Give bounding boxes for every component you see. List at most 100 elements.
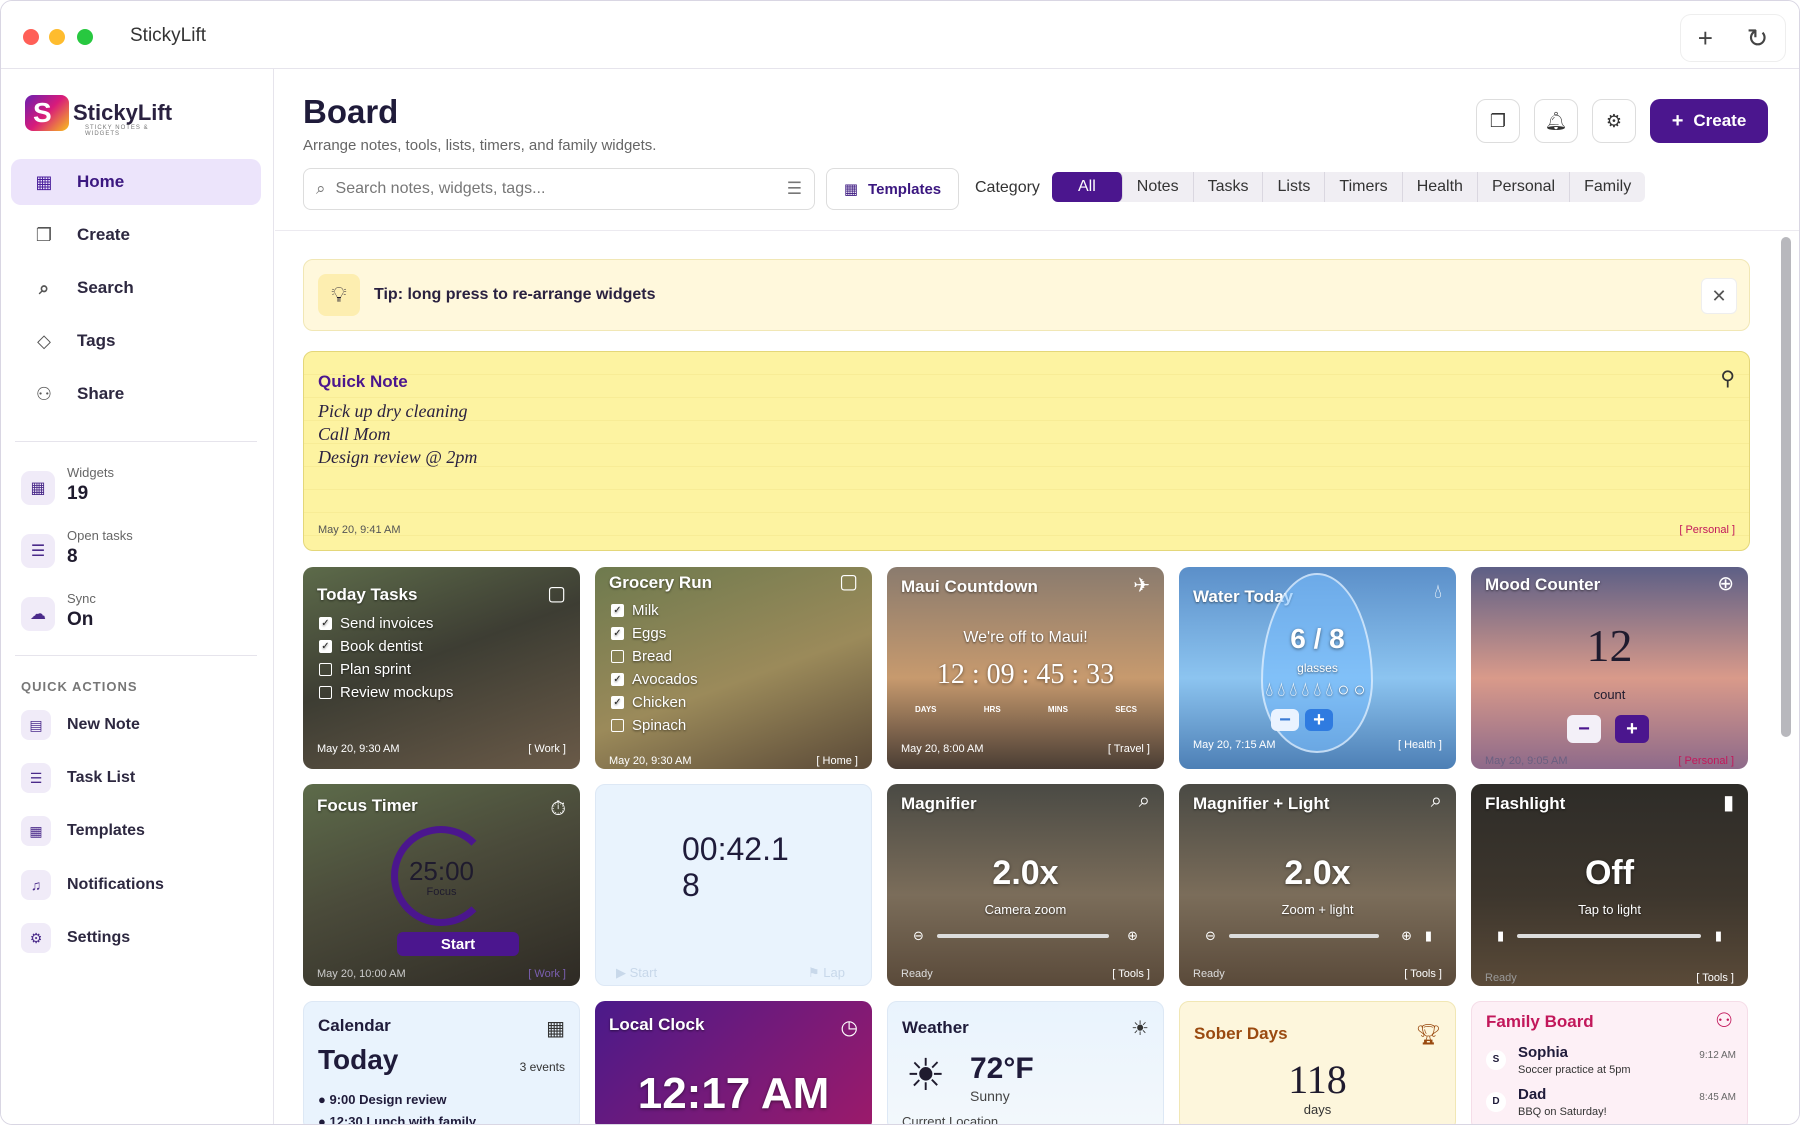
notifications-button[interactable]: 🔔︎ (1534, 99, 1578, 143)
widget-grocery-run[interactable]: Grocery Run ▢ ✓ Milk ✓ Eggs Bread ✓ Avocado… (595, 567, 872, 769)
widget-sober-days[interactable]: Sober Days 🏆︎ 118 days (1179, 1001, 1456, 1124)
family-post[interactable]: D Dad BBQ on Saturday! 8:45 AM (1486, 1086, 1736, 1124)
mood-decrement-button[interactable]: − (1567, 715, 1601, 743)
widget-family-board[interactable]: Family Board ⚇ S Sophia Soccer practice … (1471, 1001, 1748, 1124)
water-decrement-button[interactable]: − (1271, 709, 1299, 731)
family-post[interactable]: S Sophia Soccer practice at 5pm 9:12 AM (1486, 1042, 1736, 1082)
widget-magnifier[interactable]: Magnifier ⌕ 2.0x Camera zoom ⊖ ⊕ Ready [… (887, 784, 1164, 986)
search-input[interactable] (335, 180, 787, 198)
stopwatch-start-button[interactable]: ▶ Start (616, 965, 657, 981)
close-icon: ✕ (1711, 285, 1727, 306)
list-item[interactable]: Spinach (611, 717, 686, 734)
flashlight-high-icon[interactable]: ▮ (1715, 928, 1722, 944)
sidebar-item-share[interactable]: ⚇ Share (11, 371, 261, 417)
note-body[interactable]: Pick up dry cleaning Call Mom Design rev… (318, 400, 477, 469)
category-tab-family[interactable]: Family (1570, 172, 1645, 202)
category-tab-health[interactable]: Health (1403, 172, 1478, 202)
water-increment-button[interactable]: + (1305, 709, 1333, 731)
widget-weather[interactable]: Weather ☀ ☀ 72°F Sunny Current Location (887, 1001, 1164, 1124)
quick-action-task-list[interactable]: ☰ Task List (21, 758, 251, 798)
task-item[interactable]: Plan sprint (319, 661, 411, 678)
tip-banner: 💡︎ Tip: long press to re-arrange widgets… (303, 259, 1750, 331)
search-icon: ⌕ (38, 277, 50, 298)
widget-flashlight[interactable]: Flashlight ▮ Off Tap to light ▮ ▮ Ready … (1471, 784, 1748, 986)
zoom-in-icon[interactable]: ⊕ (1127, 928, 1138, 944)
stopwatch-time: 00:42.1 (682, 831, 789, 867)
titlebar-actions: + ↻ (1681, 15, 1785, 61)
settings-button[interactable]: ⚙ (1592, 99, 1636, 143)
refresh-icon[interactable]: ↻ (1746, 23, 1768, 54)
widget-magnifier-light[interactable]: Magnifier + Light ⌕ 2.0x Zoom + light ⊖ … (1179, 784, 1456, 986)
avatar: D (1486, 1092, 1506, 1112)
category-tab-lists[interactable]: Lists (1263, 172, 1326, 202)
lightbulb-icon[interactable]: ⚲ (1720, 366, 1735, 391)
widget-mood-counter[interactable]: Mood Counter ⊕ 12 count − + May 20, 9:05… (1471, 567, 1748, 769)
search-bar: ⌕ ☰ (303, 168, 815, 210)
quick-action-notifications[interactable]: ♫ Notifications (21, 865, 251, 905)
widget-maui-countdown[interactable]: Maui Countdown ✈ We're off to Maui! 12 :… (887, 567, 1164, 769)
bag-icon: ▢ (839, 571, 858, 593)
flashlight-icon[interactable]: ▮ (1425, 928, 1432, 944)
sidebar-item-search[interactable]: ⌕ Search (11, 265, 261, 311)
windows-button[interactable]: ❐ (1476, 99, 1520, 143)
copy-icon: ❐ (35, 224, 53, 245)
list-item[interactable]: ✓ Avocados (611, 671, 698, 688)
quick-note-card[interactable]: Quick Note ⚲ Pick up dry cleaning Call M… (303, 351, 1750, 551)
category-tab-notes[interactable]: Notes (1123, 172, 1194, 202)
list-item[interactable]: ✓ Milk (611, 602, 659, 619)
widget-water-today[interactable]: Water Today 💧︎ 6 / 8 glasses 💧︎💧︎💧︎💧︎💧︎💧… (1179, 567, 1456, 769)
clipboard-icon: ▢ (547, 583, 566, 605)
task-item[interactable]: Review mockups (319, 684, 453, 701)
category-label: Category (975, 179, 1040, 196)
list-item[interactable]: ✓ Eggs (611, 625, 666, 642)
app-logo[interactable]: StickyLift STICKY NOTES & WIDGETS (25, 95, 172, 137)
main-content: Board Arrange notes, tools, lists, timer… (275, 69, 1799, 1124)
zoom-out-icon[interactable]: ⊖ (1205, 928, 1216, 944)
users-icon: ⚇ (1715, 1010, 1733, 1032)
stopwatch-lap-button[interactable]: ⚑ Lap (808, 965, 845, 981)
widget-stopwatch[interactable]: 00:42.1 8 ▶ Start ⚑ Lap (595, 784, 872, 986)
windows-icon: ❐ (1489, 110, 1507, 131)
filter-icon[interactable]: ☰ (787, 179, 802, 199)
widget-focus-timer[interactable]: Focus Timer ⏱︎ 25:00 Focus Start May 20,… (303, 784, 580, 986)
minimize-window-button[interactable] (49, 29, 65, 45)
widget-local-clock[interactable]: Local Clock ◷ 12:17 AM (595, 1001, 872, 1124)
list-item[interactable]: Bread (611, 648, 672, 665)
sidebar-item-create[interactable]: ❐ Create (11, 212, 261, 258)
water-drop-icon: 💧︎ (1434, 581, 1442, 603)
quick-action-new-note[interactable]: ▤ New Note (21, 705, 251, 745)
sidebar-item-tags[interactable]: ◇ Tags (11, 318, 261, 364)
task-item[interactable]: ✓ Book dentist (319, 638, 423, 655)
category-tab-timers[interactable]: Timers (1325, 172, 1403, 202)
brightness-slider[interactable] (1517, 934, 1701, 938)
zoom-out-icon[interactable]: ⊖ (913, 928, 924, 944)
widget-calendar[interactable]: Calendar ▦ Today 3 events ● 9:00 Design … (303, 1001, 580, 1124)
zoom-window-button[interactable] (77, 29, 93, 45)
calendar-event[interactable]: ● 9:00 Design review (318, 1092, 447, 1107)
zoom-slider[interactable] (937, 934, 1109, 938)
calendar-event[interactable]: ● 12:30 Lunch with family (318, 1114, 476, 1124)
category-tab-tasks[interactable]: Tasks (1194, 172, 1264, 202)
sidebar-item-home[interactable]: ▦ Home (11, 159, 261, 205)
widget-today-tasks[interactable]: Today Tasks ▢ ✓ Send invoices ✓ Book denti… (303, 567, 580, 769)
timer-start-button[interactable]: Start (397, 932, 519, 956)
category-tab-personal[interactable]: Personal (1478, 172, 1571, 202)
header-divider (275, 230, 1799, 231)
create-button[interactable]: + Create (1650, 99, 1768, 143)
close-tip-button[interactable]: ✕ (1701, 278, 1737, 314)
quick-action-templates[interactable]: ▦ Templates (21, 811, 251, 851)
stopwatch-icon: ⏱︎ (550, 798, 566, 820)
sidebar-item-label: Share (77, 384, 125, 403)
zoom-slider[interactable] (1229, 934, 1379, 938)
close-window-button[interactable] (23, 29, 39, 45)
mood-increment-button[interactable]: + (1615, 715, 1649, 743)
scrollbar[interactable] (1781, 237, 1791, 737)
flashlight-low-icon[interactable]: ▮ (1497, 928, 1504, 944)
quick-action-settings[interactable]: ⚙ Settings (21, 918, 251, 958)
list-item[interactable]: ✓ Chicken (611, 694, 686, 711)
zoom-in-icon[interactable]: ⊕ (1401, 928, 1412, 944)
task-item[interactable]: ✓ Send invoices (319, 615, 433, 632)
plus-icon[interactable]: + (1698, 23, 1713, 54)
category-tab-all[interactable]: All (1052, 172, 1123, 202)
templates-button[interactable]: ▦ Templates (826, 168, 959, 210)
